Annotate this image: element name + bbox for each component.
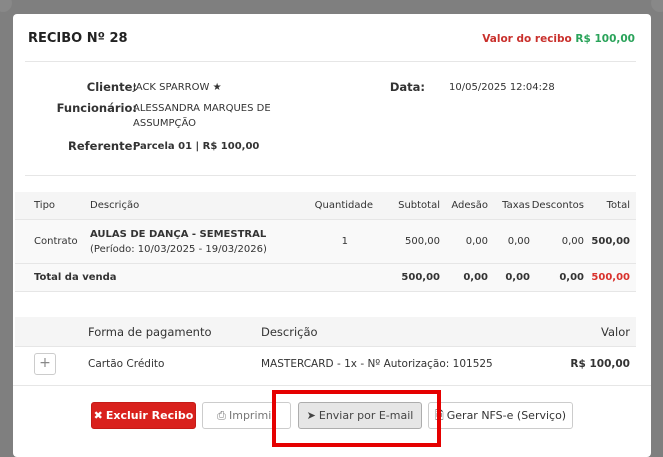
row-subtotal: 500,00	[405, 236, 440, 247]
imprimir-label: Imprimir	[228, 409, 276, 422]
sales-header-row: Tipo Descrição Quantidade Subtotal Adesã…	[15, 192, 636, 220]
data-value: 10/05/2025 12:04:28	[449, 82, 555, 93]
total-taxas: 0,00	[505, 272, 530, 283]
total-adesao: 0,00	[463, 272, 488, 283]
pay-col-forma: Forma de pagamento	[88, 325, 212, 339]
close-icon: ✖	[93, 409, 103, 422]
payments-table: Forma de pagamento Descrição Valor + Car…	[15, 317, 636, 385]
backdrop-corner-right	[651, 0, 663, 12]
excluir-label: Excluir Recibo	[105, 409, 194, 422]
col-total: Total	[606, 200, 630, 211]
footer-divider	[13, 385, 651, 386]
print-icon: ⎙	[217, 409, 226, 422]
total-label: Total da venda	[34, 272, 117, 283]
payment-row: + Cartão Crédito MASTERCARD - 1x - Nº Au…	[15, 347, 636, 385]
receipt-value-amount: R$ 100,00	[575, 33, 635, 45]
highlight-box	[272, 390, 441, 447]
referente-label: Referente:	[67, 139, 137, 153]
col-adesao: Adesão	[451, 200, 488, 211]
row-descricao-period: (Período: 10/03/2025 - 19/03/2026)	[90, 244, 267, 255]
modal-header: RECIBO Nº 28 Valor do recibo R$ 100,00	[13, 14, 651, 64]
row-total: 500,00	[591, 236, 630, 247]
gerar-nfse-button[interactable]: 🗎 Gerar NFS-e (Serviço)	[428, 402, 573, 429]
payments-header-row: Forma de pagamento Descrição Valor	[15, 317, 636, 347]
total-total: 500,00	[591, 272, 630, 283]
receipt-title: RECIBO Nº 28	[28, 31, 128, 46]
table-row: Contrato AULAS DE DANÇA - SEMESTRAL (Per…	[15, 220, 636, 264]
col-quantidade: Quantidade	[314, 200, 373, 211]
sales-total-row: Total da venda 500,00 0,00 0,00 0,00 500…	[15, 264, 636, 292]
pay-forma: Cartão Crédito	[88, 358, 165, 370]
cliente-label: Cliente:	[86, 80, 137, 94]
total-descontos: 0,00	[559, 272, 584, 283]
row-quantidade: 1	[341, 236, 348, 247]
pay-col-descricao: Descrição	[261, 325, 318, 339]
total-subtotal: 500,00	[401, 272, 440, 283]
data-label: Data:	[389, 80, 425, 94]
pay-valor: R$ 100,00	[570, 358, 630, 370]
expand-plus-icon[interactable]: +	[34, 353, 56, 375]
gerar-label: Gerar NFS-e (Serviço)	[446, 409, 567, 422]
sales-table: Tipo Descrição Quantidade Subtotal Adesã…	[15, 192, 636, 292]
col-descricao: Descrição	[90, 200, 140, 211]
excluir-recibo-button[interactable]: ✖ Excluir Recibo	[91, 402, 196, 429]
row-descricao: AULAS DE DANÇA - SEMESTRAL (Período: 10/…	[90, 227, 305, 257]
col-descontos: Descontos	[531, 200, 584, 211]
pay-descricao: MASTERCARD - 1x - Nº Autorização: 101525	[261, 358, 493, 370]
row-tipo: Contrato	[34, 236, 78, 247]
col-taxas: Taxas	[502, 200, 530, 211]
header-divider	[25, 61, 636, 62]
referente-value: Parcela 01 | R$ 100,00	[133, 141, 260, 152]
pay-col-valor: Valor	[601, 325, 630, 339]
info-divider	[25, 175, 636, 176]
backdrop-corner-left	[0, 0, 12, 12]
col-subtotal: Subtotal	[398, 200, 440, 211]
row-adesao: 0,00	[465, 236, 488, 247]
funcionario-value: ALESSANDRA MARQUES DE ASSUMPÇÃO	[133, 103, 271, 129]
funcionario-label: Funcionário:	[56, 101, 137, 115]
row-descontos: 0,00	[561, 236, 584, 247]
receipt-value: Valor do recibo R$ 100,00	[482, 33, 635, 45]
row-taxas: 0,00	[507, 236, 530, 247]
row-descricao-title: AULAS DE DANÇA - SEMESTRAL	[90, 229, 267, 240]
receipt-value-label: Valor do recibo	[482, 33, 572, 45]
cliente-value: JACK SPARROW ★	[133, 82, 222, 93]
col-tipo: Tipo	[34, 200, 56, 211]
